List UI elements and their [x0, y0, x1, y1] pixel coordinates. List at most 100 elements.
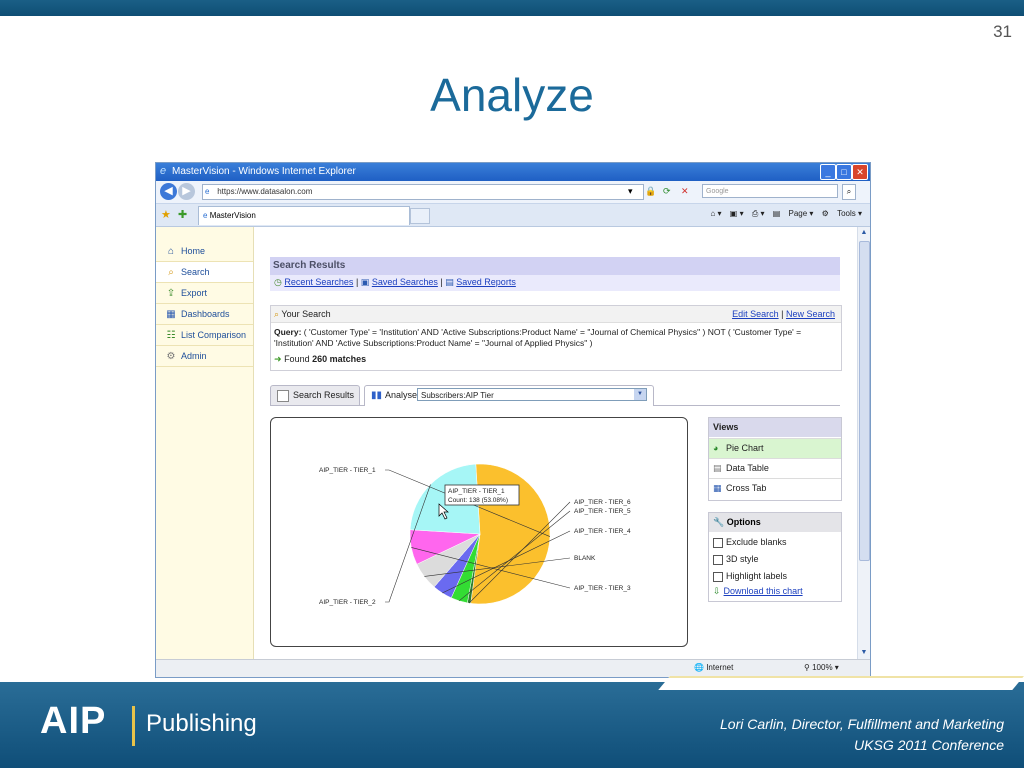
- saved-searches-link[interactable]: Saved Searches: [372, 277, 438, 287]
- address-bar: ◀ ▶ e https://www.datasalon.com ▾ 🔒 ⟳ ✕ …: [156, 181, 870, 204]
- sidebar-item-home[interactable]: ⌂ Home: [156, 241, 253, 262]
- add-favorite-icon[interactable]: ✚: [178, 208, 187, 221]
- option-highlight-labels[interactable]: Highlight labels: [713, 571, 787, 582]
- saved-reports-link[interactable]: Saved Reports: [456, 277, 516, 287]
- sidebar-item-label: Export: [181, 288, 208, 298]
- checkbox[interactable]: [713, 571, 723, 582]
- ie-logo-icon: e: [160, 165, 167, 177]
- stop-icon[interactable]: ✕: [681, 185, 689, 197]
- page-menu[interactable]: ▤ Page ▾: [773, 209, 814, 218]
- checkbox[interactable]: [713, 537, 723, 548]
- url-text: https://www.datasalon.com: [217, 187, 313, 196]
- tab-analyse[interactable]: ▮▮ Analyse Subscribers:AIP Tier ▼: [364, 385, 654, 406]
- edit-search-link[interactable]: Edit Search: [732, 309, 779, 319]
- download-icon: ⇩: [713, 586, 721, 596]
- scrollbar[interactable]: ▲ ▼: [857, 227, 870, 659]
- feeds-icon[interactable]: ▣ ▾: [730, 209, 744, 218]
- print-icon[interactable]: ⎙ ▾: [752, 209, 765, 218]
- sidebar-item-label: Search: [181, 267, 210, 277]
- views-panel: Views ◕ Pie Chart ▤ Data Table ▦ Cross Tab: [708, 417, 842, 501]
- your-search-panel: ⌕ Your Search Edit Search | New Search Q…: [270, 305, 842, 371]
- tools-menu[interactable]: ⚙ Tools ▾: [822, 209, 862, 218]
- sidebar-item-export[interactable]: ⇪ Export: [156, 283, 253, 304]
- search-icon[interactable]: ⌕: [842, 184, 856, 200]
- sidebar-item-list-comparison[interactable]: ☷ List Comparison: [156, 325, 253, 346]
- search-placeholder: Google: [706, 188, 729, 195]
- back-button[interactable]: ◀: [160, 183, 177, 200]
- close-button[interactable]: ✕: [852, 164, 868, 180]
- footer-stripe: [658, 676, 1024, 690]
- minimize-button[interactable]: _: [820, 164, 836, 180]
- gear-icon: ⚙: [166, 351, 176, 362]
- table-icon: [277, 389, 289, 402]
- page-menu-label: Page: [788, 209, 808, 218]
- wrench-icon: 🔧: [713, 517, 725, 527]
- url-field[interactable]: e https://www.datasalon.com: [202, 184, 644, 200]
- found-count: 260 matches: [312, 354, 367, 364]
- sidebar-item-search[interactable]: ⌕ Search: [156, 262, 253, 283]
- pie-chart-panel: AIP_TIER - TIER_1 AIP_TIER - TIER_6 AIP_TI…: [270, 417, 688, 647]
- save-icon: ▣: [360, 277, 370, 287]
- your-search-title: ⌕ Your Search: [274, 309, 331, 320]
- tab-analyse-label: Analyse: [385, 390, 418, 400]
- query-text: Query: ( 'Customer Type' = 'Institution'…: [274, 327, 836, 349]
- report-icon: ▤: [445, 277, 454, 287]
- tab-search-results-label: Search Results: [293, 390, 355, 400]
- browser-tab[interactable]: e MasterVision: [198, 206, 410, 225]
- options-title: 🔧 Options: [709, 513, 841, 532]
- scroll-thumb[interactable]: [859, 241, 870, 561]
- analyse-select[interactable]: Subscribers:AIP Tier ▼: [417, 388, 647, 401]
- chevron-down-icon[interactable]: ▼: [634, 389, 646, 400]
- pie-icon: ◕: [713, 443, 719, 453]
- window-title: MasterVision - Windows Internet Explorer: [172, 166, 356, 177]
- pie-chart: AIP_TIER - TIER_1 AIP_TIER - TIER_6 AIP_TI…: [319, 463, 631, 606]
- option-exclude-blanks[interactable]: Exclude blanks: [713, 537, 787, 548]
- scroll-up-icon[interactable]: ▲: [858, 227, 870, 239]
- view-pie-chart[interactable]: ◕ Pie Chart: [709, 438, 841, 458]
- lock-icon[interactable]: 🔒: [645, 185, 656, 197]
- slice-label: AIP_TIER - TIER_2: [319, 599, 376, 606]
- bar-chart-icon: ▮▮: [371, 390, 383, 401]
- new-search-link[interactable]: New Search: [786, 309, 835, 319]
- url-dropdown-icon[interactable]: ▾: [628, 185, 633, 197]
- view-cross-tab[interactable]: ▦ Cross Tab: [709, 478, 841, 498]
- tab-search-results[interactable]: Search Results: [270, 385, 360, 405]
- new-tab-button[interactable]: [410, 208, 430, 224]
- slide-title: Analyze: [430, 69, 594, 121]
- sidebar-item-label: Home: [181, 246, 206, 256]
- option-label: Highlight labels: [726, 571, 788, 581]
- download-chart-link[interactable]: Download this chart: [724, 586, 803, 596]
- results-tabs: Search Results ▮▮ Analyse Subscribers:AIP…: [270, 385, 840, 406]
- option-label: Exclude blanks: [726, 537, 787, 547]
- recent-searches-link[interactable]: Recent Searches: [284, 277, 353, 287]
- table-icon: ▤: [713, 463, 722, 473]
- command-bar: ⌂ ▾ ▣ ▾ ⎙ ▾ ▤ Page ▾ ⚙ Tools ▾: [704, 209, 862, 219]
- publishing-logo: Publishing: [146, 710, 257, 737]
- sidebar-item-admin[interactable]: ⚙ Admin: [156, 346, 253, 367]
- scroll-down-icon[interactable]: ▼: [858, 647, 870, 659]
- results-title: Search Results: [273, 260, 346, 271]
- crosstab-icon: ▦: [713, 483, 722, 493]
- browser-window: e MasterVision - Windows Internet Explor…: [155, 162, 871, 678]
- sidebar-item-dashboards[interactable]: ▦ Dashboards: [156, 304, 253, 325]
- home-cmd-icon[interactable]: ⌂ ▾: [710, 209, 721, 218]
- slice-label: AIP_TIER - TIER_1: [319, 467, 376, 474]
- maximize-button[interactable]: □: [836, 164, 852, 180]
- option-3d-style[interactable]: 3D style: [713, 554, 759, 565]
- refresh-icon[interactable]: ⟳: [663, 185, 671, 197]
- slice-label: AIP_TIER - TIER_4: [574, 528, 631, 535]
- slide-top-bar: [0, 0, 1024, 16]
- options-panel: 🔧 Options Exclude blanks 3D style Highli…: [708, 512, 842, 602]
- slice-label: BLANK: [574, 555, 596, 562]
- link-separator: |: [355, 277, 359, 287]
- view-data-table[interactable]: ▤ Data Table: [709, 458, 841, 478]
- download-chart[interactable]: ⇩ Download this chart: [713, 586, 803, 597]
- search-input[interactable]: Google: [702, 184, 838, 198]
- favorites-star-icon[interactable]: ★: [161, 208, 171, 221]
- page-number: 31: [993, 22, 1012, 41]
- forward-button[interactable]: ▶: [178, 183, 195, 200]
- view-label: Cross Tab: [726, 483, 767, 493]
- checkbox[interactable]: [713, 554, 723, 565]
- zoom-level[interactable]: ⚲ 100% ▾: [804, 663, 839, 672]
- status-zone: 🌐 Internet: [694, 663, 734, 672]
